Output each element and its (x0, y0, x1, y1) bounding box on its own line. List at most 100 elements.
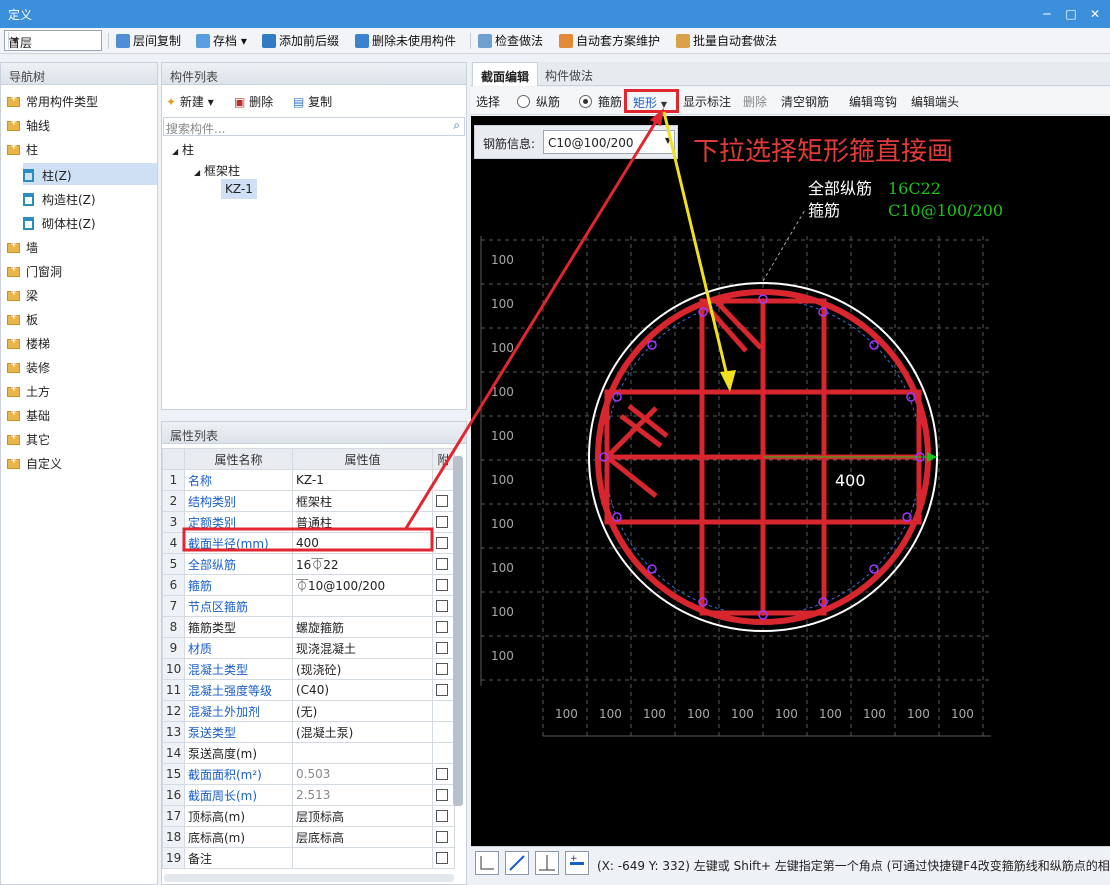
tree-node-frame-column[interactable]: ◢ 框架柱 (194, 162, 240, 179)
attach-checkbox[interactable] (436, 789, 448, 801)
rebar-info-input[interactable]: C10@100/200 ▼ (543, 130, 675, 154)
nav-item-foundation[interactable]: 基础 (7, 407, 50, 429)
floor-copy-button[interactable]: 层间复制 (116, 32, 181, 50)
batch-auto-button[interactable]: 批量自动套做法 (676, 32, 777, 50)
property-value[interactable] (292, 595, 433, 617)
table-row[interactable]: 18 底标高(m) 层底标高 (162, 826, 455, 848)
attach-cell[interactable] (432, 826, 455, 848)
attach-cell[interactable] (432, 763, 455, 785)
close-icon[interactable]: ✕ (1086, 5, 1104, 23)
property-value[interactable]: ⏁10@100/200 (292, 574, 433, 596)
check-method-button[interactable]: 检查做法 (478, 32, 543, 50)
show-label-button[interactable]: 显示标注 (683, 93, 731, 110)
property-value[interactable]: 框架柱 (292, 490, 433, 512)
nav-item-common[interactable]: 常用构件类型 (7, 93, 98, 115)
nav-sub-construct-column[interactable]: 构造柱(Z) (23, 191, 96, 213)
attach-checkbox[interactable] (436, 558, 448, 570)
table-row[interactable]: 15 截面面积(m²) 0.503 (162, 763, 455, 785)
nav-item-other[interactable]: 其它 (7, 431, 50, 453)
property-value[interactable]: 层底标高 (292, 826, 433, 848)
table-row[interactable]: 1 名称 KZ-1 (162, 469, 455, 491)
table-row[interactable]: 4 截面半径(mm) 400 (162, 532, 455, 554)
attach-checkbox[interactable] (436, 831, 448, 843)
tab-component-method[interactable]: 构件做法 (537, 62, 601, 86)
nav-item-stair[interactable]: 楼梯 (7, 335, 50, 357)
nav-item-custom[interactable]: 自定义 (7, 455, 62, 477)
table-row[interactable]: 8 箍筋类型 螺旋箍筋 (162, 616, 455, 638)
perp-draw-button[interactable] (535, 851, 559, 875)
section-canvas[interactable]: 100 100 100 100 100 100 100 100 100 100 100 100 100… (471, 116, 1110, 846)
edit-end-button[interactable]: 编辑端头 (911, 93, 959, 110)
add-prefix-suffix-button[interactable]: 添加前后缀 (262, 32, 339, 50)
properties-hscrollbar[interactable] (164, 874, 454, 882)
attach-cell[interactable] (432, 553, 455, 575)
attach-cell[interactable] (432, 658, 455, 680)
property-value[interactable]: (无) (292, 700, 433, 722)
longitudinal-radio[interactable]: 纵筋 (517, 93, 560, 110)
table-row[interactable]: 17 顶标高(m) 层顶标高 (162, 805, 455, 827)
tree-node-column[interactable]: ◢ 柱 (172, 141, 194, 158)
attach-cell[interactable] (432, 616, 455, 638)
property-value[interactable]: 0.503 (292, 763, 433, 785)
delete-rebar-button[interactable]: 删除 (743, 93, 767, 110)
attach-checkbox[interactable] (436, 516, 448, 528)
nav-item-wall[interactable]: 墙 (7, 239, 38, 261)
edit-hook-button[interactable]: 编辑弯钩 (849, 93, 897, 110)
tree-item-kz1[interactable]: KZ-1 (221, 179, 257, 199)
property-value[interactable]: (C40) (292, 679, 433, 701)
attach-checkbox[interactable] (436, 663, 448, 675)
add-point-button[interactable]: + (565, 851, 589, 875)
minimize-icon[interactable]: ─ (1038, 5, 1056, 23)
property-value[interactable] (292, 742, 433, 764)
ortho-mode-button[interactable] (475, 851, 499, 875)
auto-scheme-button[interactable]: 自动套方案维护 (559, 32, 660, 50)
attach-checkbox[interactable] (436, 684, 448, 696)
attach-cell[interactable] (432, 595, 455, 617)
attach-checkbox[interactable] (436, 600, 448, 612)
table-row[interactable]: 7 节点区箍筋 (162, 595, 455, 617)
property-value[interactable]: KZ-1 (292, 469, 433, 491)
attach-checkbox[interactable] (436, 642, 448, 654)
nav-item-axis[interactable]: 轴线 (7, 117, 50, 139)
shape-dropdown[interactable]: 矩形 ▼ (624, 89, 679, 113)
properties-scrollbar[interactable] (453, 456, 463, 806)
nav-sub-masonry-column[interactable]: 砌体柱(Z) (23, 215, 96, 237)
floor-select[interactable]: 首层 ▼ (4, 30, 102, 51)
copy-component-button[interactable]: ▤ 复制 (293, 93, 332, 110)
nav-sub-column-z[interactable]: 柱(Z) (23, 163, 157, 185)
property-value[interactable]: 螺旋箍筋 (292, 616, 433, 638)
table-row[interactable]: 2 结构类别 框架柱 (162, 490, 455, 512)
table-row[interactable]: 3 定额类别 普通柱 (162, 511, 455, 533)
property-value[interactable]: 层顶标高 (292, 805, 433, 827)
property-value[interactable]: 2.513 (292, 784, 433, 806)
attach-cell[interactable] (432, 784, 455, 806)
attach-cell[interactable] (432, 511, 455, 533)
property-value[interactable]: 现浇混凝土 (292, 637, 433, 659)
table-row[interactable]: 6 箍筋 ⏁10@100/200 (162, 574, 455, 596)
attach-cell[interactable] (432, 679, 455, 701)
property-value[interactable]: (现浇砼) (292, 658, 433, 680)
attach-cell[interactable] (432, 805, 455, 827)
table-row[interactable]: 11 混凝土强度等级 (C40) (162, 679, 455, 701)
nav-item-earthwork[interactable]: 土方 (7, 383, 50, 405)
delete-component-button[interactable]: ▣ 删除 (234, 93, 273, 110)
clear-rebar-button[interactable]: 清空钢筋 (781, 93, 829, 110)
select-tool-button[interactable]: 选择 (476, 93, 500, 110)
nav-item-column[interactable]: 柱 (7, 141, 38, 163)
property-value[interactable]: 400 (292, 532, 433, 554)
stirrup-radio[interactable]: 箍筋 (579, 93, 622, 110)
table-row[interactable]: 19 备注 (162, 847, 455, 869)
table-row[interactable]: 12 混凝土外加剂 (无) (162, 700, 455, 722)
attach-checkbox[interactable] (436, 537, 448, 549)
nav-item-slab[interactable]: 板 (7, 311, 38, 333)
table-row[interactable]: 16 截面周长(m) 2.513 (162, 784, 455, 806)
table-row[interactable]: 5 全部纵筋 16⏁22 (162, 553, 455, 575)
property-value[interactable]: 普通柱 (292, 511, 433, 533)
table-row[interactable]: 13 泵送类型 (混凝土泵) (162, 721, 455, 743)
archive-button[interactable]: 存档 ▾ (196, 32, 247, 50)
tab-section-edit[interactable]: 截面编辑 (472, 62, 539, 86)
maximize-icon[interactable]: □ (1062, 5, 1080, 23)
nav-item-door[interactable]: 门窗洞 (7, 263, 62, 285)
table-row[interactable]: 14 泵送高度(m) (162, 742, 455, 764)
nav-item-beam[interactable]: 梁 (7, 287, 38, 309)
